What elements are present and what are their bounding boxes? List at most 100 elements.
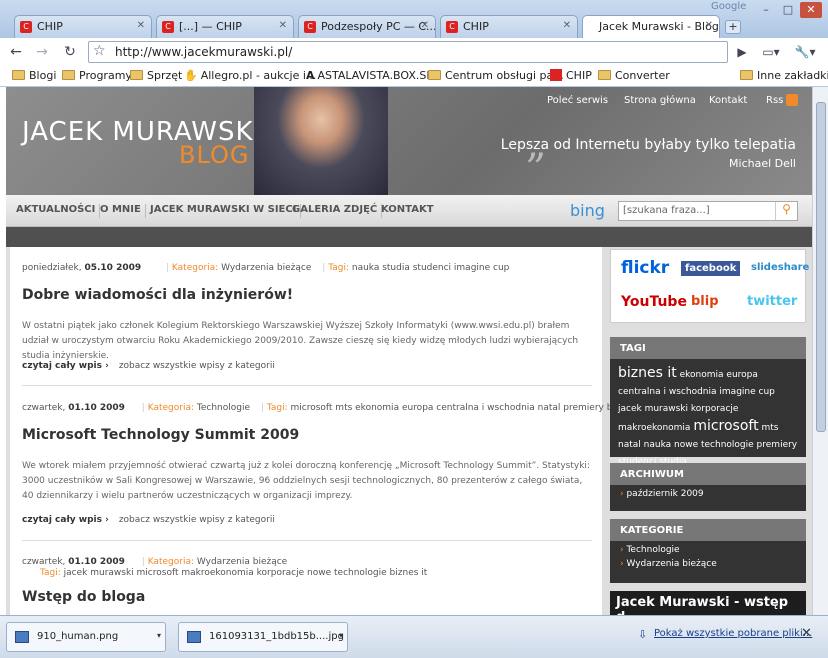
post-title[interactable]: Wstęp do bloga	[22, 589, 145, 605]
twitter-icon[interactable]: twitter	[747, 294, 797, 309]
bookmark-programy[interactable]: Programy	[62, 69, 132, 82]
slideshare-icon[interactable]: slideshare	[751, 262, 809, 273]
address-bar[interactable]: ☆ http://www.jacekmurawski.pl/	[88, 41, 728, 63]
tag-link[interactable]: natal	[618, 440, 641, 450]
bookmark-blogi[interactable]: Blogi	[12, 69, 56, 82]
post-category-link[interactable]: Wydarzenia bieżące	[221, 263, 311, 273]
youtube-icon[interactable]: YouTube	[621, 294, 687, 310]
tab-close-icon[interactable]: ✕	[279, 20, 287, 31]
tab-close-icon[interactable]: ✕	[563, 20, 571, 31]
tab-chip-4[interactable]: C CHIP ✕	[440, 15, 578, 38]
vertical-scrollbar[interactable]	[812, 87, 828, 615]
download-arrow-icon: ⇩	[638, 628, 648, 641]
flickr-icon[interactable]: flickr	[621, 258, 669, 278]
tag-link[interactable]: mts	[761, 423, 778, 433]
tab-close-icon[interactable]: ✕	[137, 20, 145, 31]
reload-button[interactable]: ↻	[60, 42, 80, 62]
tag-link[interactable]: ekonomia	[680, 370, 724, 380]
download-filename: 910_human.png	[37, 631, 119, 642]
bookmark-sprzet[interactable]: Sprzęt	[130, 69, 182, 82]
rss-icon[interactable]	[786, 94, 798, 106]
search-input[interactable]: [szukana fraza...] ⚲	[618, 201, 798, 221]
google-brand: Google	[711, 1, 747, 12]
post-category-link[interactable]: Technologie	[197, 403, 250, 413]
scrollbar-thumb[interactable]	[816, 102, 826, 432]
tab-close-icon[interactable]: ✕	[705, 20, 713, 31]
link-kontakt[interactable]: Kontakt	[709, 95, 747, 106]
category-item[interactable]: Technologie	[610, 541, 806, 559]
download-item[interactable]: 161093131_1bdb15b....jpg ▾	[178, 622, 348, 652]
download-item[interactable]: 910_human.png ▾	[6, 622, 166, 652]
tag-link[interactable]: premiery	[757, 440, 798, 450]
tab-close-icon[interactable]: ✕	[421, 20, 429, 31]
post-tags[interactable]: nauka studia studenci imagine cup	[352, 263, 510, 273]
bookmark-converter[interactable]: Converter	[598, 69, 670, 82]
bookmark-astalavista[interactable]: A ASTALAVISTA.BOX.SK	[306, 69, 434, 82]
menu-aktualnosci[interactable]: AKTUALNOŚCI	[12, 204, 101, 218]
tag-link[interactable]: imagine cup	[719, 387, 774, 397]
tab-chip-2[interactable]: C [...] — CHIP ✕	[156, 15, 294, 38]
tag-link[interactable]: nauka	[644, 440, 672, 450]
tab-chip-1[interactable]: C CHIP ✕	[14, 15, 152, 38]
category-posts-link[interactable]: zobacz wszystkie wpisy z kategorii	[119, 361, 275, 371]
tools-menu-icon[interactable]: 🔧▾	[790, 42, 820, 62]
category-posts-link[interactable]: zobacz wszystkie wpisy z kategorii	[119, 515, 275, 525]
link-rss[interactable]: Rss	[766, 95, 783, 106]
post-body: We wtorek miałem przyjemność otwierać cz…	[22, 461, 590, 501]
tag-link[interactable]: nowe technologie	[674, 440, 754, 450]
quote-author: Michael Dell	[729, 157, 796, 170]
post-tags[interactable]: microsoft mts ekonomia europa centralna …	[290, 403, 644, 413]
bookmark-chip[interactable]: CHIP	[550, 69, 592, 82]
facebook-icon[interactable]: facebook	[681, 261, 741, 276]
dropdown-arrow-icon[interactable]: ▾	[339, 631, 343, 640]
tab-chip-3[interactable]: C Podzespoły PC — C... ✕	[298, 15, 436, 38]
page-menu-icon[interactable]: ▭▾	[758, 42, 784, 62]
menu-w-sieci[interactable]: JACEK MURAWSKI W SIECI	[146, 204, 302, 218]
category-item[interactable]: Wydarzenia bieżące	[610, 559, 806, 573]
social-links: flickr facebook slideshare YouTube blip …	[610, 249, 809, 323]
read-more-link[interactable]: czytaj cały wpis ›	[22, 515, 109, 525]
menu-galeria[interactable]: GALERIA ZDJĘĆ	[288, 204, 383, 218]
search-icon[interactable]: ⚲	[775, 202, 797, 220]
archive-item[interactable]: październik 2009	[610, 485, 806, 503]
post-category-link[interactable]: Wydarzenia bieżące	[197, 557, 287, 567]
back-button[interactable]: ←	[6, 42, 26, 62]
url-text[interactable]: http://www.jacekmurawski.pl/	[115, 45, 292, 59]
download-filename: 161093131_1bdb15b....jpg	[209, 631, 344, 642]
close-shelf-button[interactable]: ✕	[801, 626, 812, 641]
tag-link[interactable]: korporacje	[691, 404, 739, 414]
other-bookmarks[interactable]: Inne zakładki	[740, 69, 828, 82]
post-tags-line: Tagi: jacek murawski microsoft makroekon…	[40, 568, 428, 578]
menu-kontakt[interactable]: KONTAKT	[377, 204, 438, 218]
read-more-link[interactable]: czytaj cały wpis ›	[22, 361, 109, 371]
menu-o-mnie[interactable]: O MNIE	[96, 204, 146, 218]
maximize-button[interactable]: □	[777, 2, 799, 18]
forward-button[interactable]: →	[32, 42, 52, 62]
tag-link[interactable]: microsoft	[693, 418, 758, 434]
blip-icon[interactable]: blip	[691, 294, 719, 309]
categories-box: KATEGORIE Technologie Wydarzenia bieżące	[610, 519, 806, 583]
minimize-button[interactable]: –	[755, 2, 777, 18]
link-strona-glowna[interactable]: Strona główna	[624, 95, 696, 106]
tab-jacek-murawski-blog[interactable]: Jacek Murawski - Blog ✕	[582, 15, 720, 39]
post-title[interactable]: Microsoft Technology Summit 2009	[22, 427, 299, 443]
tag-link[interactable]: makroekonomia	[618, 423, 690, 433]
dropdown-arrow-icon[interactable]: ▾	[157, 631, 161, 640]
folder-icon	[740, 70, 753, 80]
post-title[interactable]: Dobre wiadomości dla inżynierów!	[22, 287, 293, 303]
show-all-downloads-link[interactable]: Pokaż wszystkie pobrane pliki...	[654, 628, 812, 639]
bookmark-allegro[interactable]: ✋ Allegro.pl - aukcje i...	[184, 69, 316, 82]
new-tab-button[interactable]: +	[725, 20, 741, 34]
post-tags[interactable]: jacek murawski microsoft makroekonomia k…	[64, 568, 428, 578]
close-window-button[interactable]: ✕	[800, 2, 822, 18]
link-polec-serwis[interactable]: Poleć serwis	[547, 95, 608, 106]
video-thumbnail[interactable]: Jacek Murawski - wstęp d...	[610, 591, 806, 615]
go-button[interactable]: ▶	[732, 42, 752, 62]
site-blog-label[interactable]: BLOG	[179, 141, 249, 169]
folder-icon	[130, 70, 143, 80]
post-more: czytaj cały wpis › zobacz wszystkie wpisy…	[22, 515, 275, 525]
tag-link[interactable]: biznes it	[618, 365, 677, 381]
bookmark-centrum[interactable]: Centrum obsługi pa...	[428, 69, 564, 82]
bookmark-star-icon[interactable]: ☆	[93, 43, 106, 59]
tag-link[interactable]: jacek murawski	[618, 404, 688, 414]
